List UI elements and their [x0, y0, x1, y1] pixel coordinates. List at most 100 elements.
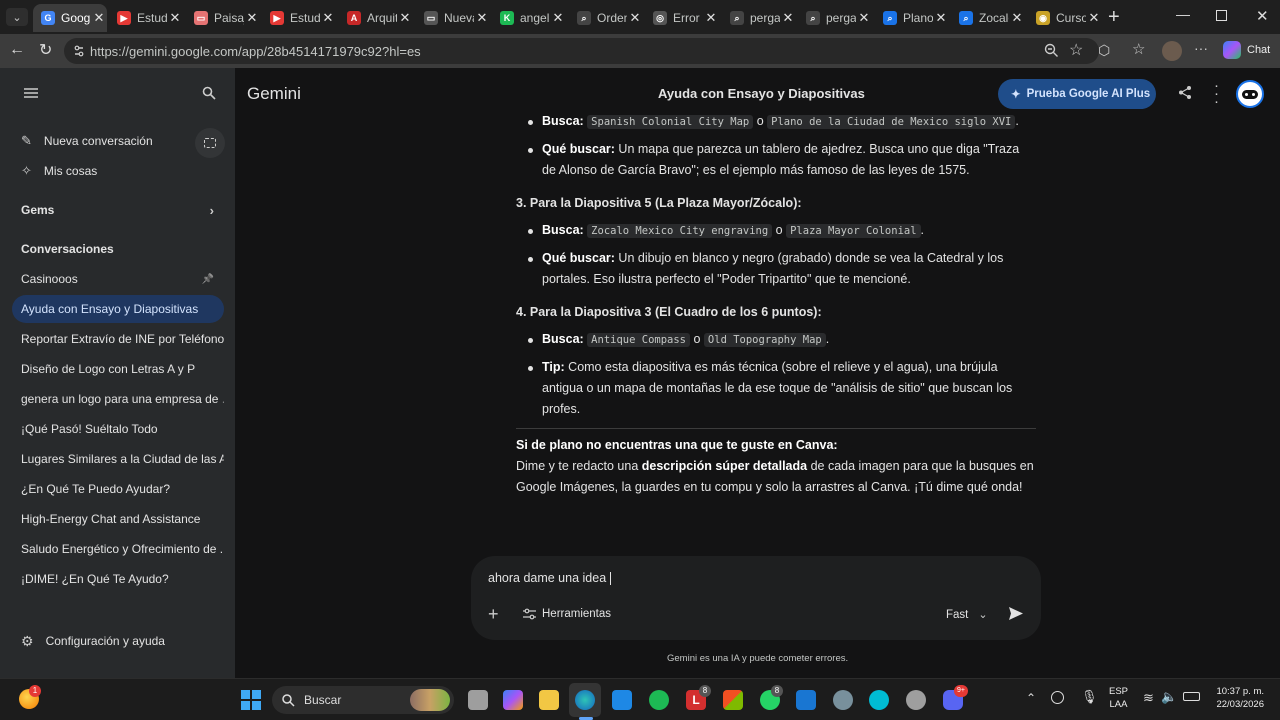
tab-close-icon[interactable]: ✕ — [244, 10, 260, 26]
copilot-icon[interactable] — [1223, 41, 1241, 59]
input-language[interactable]: ESP LAA — [1109, 685, 1128, 711]
volume-icon[interactable]: 🔈 — [1161, 689, 1177, 705]
store-icon[interactable] — [723, 690, 743, 710]
conversation-item[interactable]: High-Energy Chat and Assistance — [12, 505, 224, 533]
browser-tab[interactable]: ⌕ perga ✕ — [722, 4, 796, 32]
zoom-icon[interactable] — [1044, 43, 1059, 58]
tab-close-icon[interactable]: ✕ — [933, 10, 949, 26]
conversation-item[interactable]: Ayuda con Ensayo y Diapositivas — [12, 295, 224, 323]
spotify-icon[interactable] — [649, 690, 669, 710]
clock[interactable]: 10:37 p. m. 22/03/2026 — [1208, 685, 1264, 711]
prompt-input[interactable]: ahora dame una idea — [488, 571, 611, 586]
copilot-taskbar-icon[interactable] — [503, 690, 523, 710]
browser-tab[interactable]: A Arquit ✕ — [339, 4, 413, 32]
canva-icon[interactable] — [869, 690, 889, 710]
conversation-item[interactable]: ¿En Qué Te Puedo Ayudar? — [12, 475, 224, 503]
chat-label[interactable]: Chat — [1247, 44, 1270, 56]
search-term-code: Zocalo Mexico City engraving — [587, 224, 773, 238]
closing-heading: Si de plano no encuentras una que te gus… — [516, 438, 838, 452]
browser-tab[interactable]: ▭ Paisaje✕ — [186, 4, 260, 32]
browser-tab[interactable]: ◉ Cursos✕ — [1028, 4, 1102, 32]
browser-tab[interactable]: G Google✕ — [33, 4, 107, 32]
tab-close-icon[interactable]: ✕ — [474, 10, 490, 26]
microphone-icon[interactable]: 🎙 — [1081, 689, 1098, 705]
edge-browser-icon[interactable] — [575, 690, 595, 710]
reload-icon[interactable]: ↻ — [39, 40, 52, 60]
tab-close-icon[interactable]: ✕ — [1086, 10, 1102, 26]
favorites-icon[interactable]: ☆ — [1132, 40, 1145, 58]
settings-help-link[interactable]: ⚙ Configuración y ayuda — [12, 627, 224, 655]
minimize-icon[interactable]: — — [1176, 6, 1190, 22]
add-file-plus-icon[interactable]: + — [488, 604, 499, 625]
browser-tab[interactable]: ⌕ Zocalo✕ — [951, 4, 1025, 32]
browser-tab[interactable]: ⌕ Orden✕ — [569, 4, 643, 32]
conversation-item[interactable]: genera un logo para una empresa de ... — [12, 385, 224, 413]
share-icon[interactable] — [1178, 85, 1192, 100]
tab-title: Orden — [597, 11, 627, 25]
chevron-right-icon: › — [209, 202, 214, 218]
chrome-icon[interactable] — [906, 690, 926, 710]
tab-title: Plano — [903, 11, 933, 25]
tab-close-icon[interactable]: ✕ — [1009, 10, 1025, 26]
bookmark-star-icon[interactable]: ☆ — [1069, 40, 1083, 60]
browser-tab[interactable]: Kangel ✕ — [492, 4, 566, 32]
new-chat-button[interactable]: ✎ Nueva conversación — [12, 127, 224, 155]
tab-close-icon[interactable]: ✕ — [91, 10, 107, 26]
promo-button[interactable]: ✦ Prueba Google AI Plus — [998, 79, 1156, 109]
battery-icon[interactable] — [1183, 692, 1200, 701]
list-item: Qué buscar: Un dibujo en blanco y negro … — [516, 248, 1036, 290]
address-bar[interactable]: https://gemini.google.com/app/28b4514171… — [64, 38, 1099, 64]
profile-avatar[interactable] — [1162, 41, 1182, 61]
tab-close-icon[interactable]: ✕ — [320, 10, 336, 26]
file-explorer-icon[interactable] — [539, 690, 559, 710]
more-menu-icon[interactable]: ··· — [1194, 40, 1208, 56]
hamburger-menu-icon[interactable] — [24, 87, 38, 99]
browser-tab[interactable]: ⌕ Plano ✕ — [875, 4, 949, 32]
browser-tab[interactable]: ▶ Estudi✕ — [262, 4, 336, 32]
site-info-icon[interactable] — [72, 44, 86, 58]
conversation-item[interactable]: Diseño de Logo con Letras A y P — [12, 355, 224, 383]
settings-taskbar-icon[interactable] — [833, 690, 853, 710]
browser-tab[interactable]: ▭ Nueva✕ — [416, 4, 490, 32]
tab-search-chevron-icon[interactable]: ⌄ — [6, 8, 28, 26]
windows-start-icon[interactable] — [241, 690, 261, 710]
tab-close-icon[interactable]: ✕ — [703, 10, 719, 26]
tab-close-icon[interactable]: ✕ — [550, 10, 566, 26]
conversation-item[interactable]: Lugares Similares a la Ciudad de las A..… — [12, 445, 224, 473]
tab-close-icon[interactable]: ✕ — [397, 10, 413, 26]
temporary-chat-icon[interactable] — [195, 128, 225, 158]
browser-tab[interactable]: ◎ Error 4✕ — [645, 4, 719, 32]
task-view-icon[interactable] — [468, 690, 488, 710]
conversation-item[interactable]: Casinooos 📌 — [12, 265, 224, 293]
new-tab-plus-icon[interactable]: + — [1108, 6, 1120, 29]
conversation-item[interactable]: Saludo Energético y Ofrecimiento de ... — [12, 535, 224, 563]
close-window-icon[interactable]: ✕ — [1256, 7, 1269, 25]
maximize-icon[interactable] — [1216, 10, 1227, 21]
kebab-menu-icon[interactable]: · · · — [1214, 78, 1219, 109]
extensions-icon[interactable]: ⬡ — [1098, 42, 1110, 59]
my-stuff-link[interactable]: ✧ Mis cosas — [12, 157, 224, 185]
vpn-icon[interactable] — [1051, 691, 1064, 704]
gems-link[interactable]: Gems › — [12, 196, 224, 224]
model-selector[interactable]: Fast ⌄ — [946, 608, 988, 622]
chat-title[interactable]: Ayuda con Ensayo y Diapositivas — [658, 86, 865, 101]
conversation-item[interactable]: ¡Qué Pasó! Suéltalo Todo — [12, 415, 224, 443]
tab-close-icon[interactable]: ✕ — [856, 10, 872, 26]
outlook-icon[interactable] — [612, 690, 632, 710]
browser-tab[interactable]: ⌕ perga ✕ — [798, 4, 872, 32]
search-icon[interactable] — [202, 86, 216, 100]
back-arrow-icon[interactable]: ← — [9, 41, 25, 59]
roblox-icon[interactable] — [796, 690, 816, 710]
tab-close-icon[interactable]: ✕ — [167, 10, 183, 26]
tab-close-icon[interactable]: ✕ — [627, 10, 643, 26]
conversation-item[interactable]: Reportar Extravío de INE por Teléfono — [12, 325, 224, 353]
wifi-icon[interactable]: ≋ — [1143, 690, 1154, 706]
tools-button[interactable]: Herramientas — [523, 608, 611, 620]
browser-tab[interactable]: ▶ Estudi✕ — [109, 4, 183, 32]
taskbar-search-box[interactable]: Buscar — [272, 686, 454, 714]
account-avatar[interactable] — [1236, 80, 1264, 108]
conversation-item[interactable]: ¡DIME! ¿En Qué Te Ayudo? — [12, 565, 224, 593]
tray-overflow-icon[interactable]: ⌃ — [1026, 691, 1036, 705]
send-icon[interactable] — [1008, 606, 1024, 621]
tab-close-icon[interactable]: ✕ — [780, 10, 796, 26]
